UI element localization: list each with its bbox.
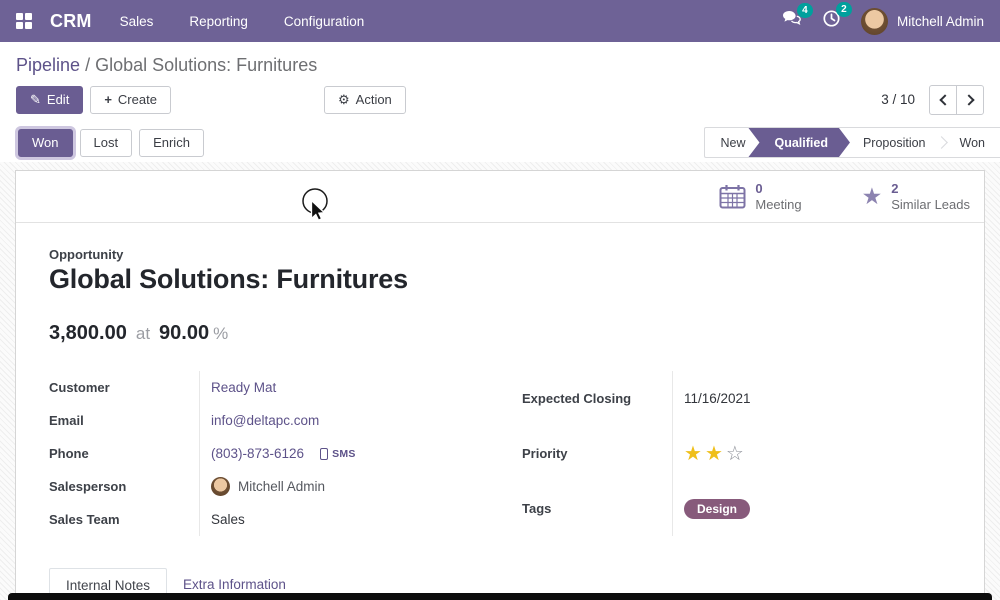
at-label: at: [136, 324, 150, 344]
stage-breadcrumb: New Qualified Proposition Won: [704, 127, 1000, 158]
star-empty-icon[interactable]: ☆: [726, 444, 744, 464]
similar-leads-label: Similar Leads: [891, 197, 970, 213]
menu-reporting[interactable]: Reporting: [189, 14, 248, 29]
star-filled-icon[interactable]: ★: [705, 444, 723, 464]
expected-revenue: 3,800.00 at 90.00 %: [49, 322, 951, 345]
email-label: Email: [49, 404, 200, 437]
expected-closing-label: Expected Closing: [522, 371, 673, 426]
enrich-button[interactable]: Enrich: [139, 129, 204, 157]
navbar-right: 4 2 Mitchell Admin: [781, 8, 984, 35]
meeting-count: 0: [755, 181, 801, 197]
window-bottom-edge: [8, 593, 992, 600]
similar-leads-stat-button[interactable]: ★ 2 Similar Leads: [862, 181, 970, 212]
priority-stars: ★ ★ ☆: [684, 444, 744, 464]
activities-button[interactable]: 2: [822, 9, 841, 33]
breadcrumb: Pipeline / Global Solutions: Furnitures: [0, 42, 1000, 76]
app-name[interactable]: CRM: [50, 11, 92, 32]
menu-sales[interactable]: Sales: [120, 14, 154, 29]
gear-icon: ⚙: [338, 92, 350, 108]
stat-button-bar: 0 Meeting ★ 2 Similar Leads: [16, 171, 984, 223]
mark-lost-button[interactable]: Lost: [80, 129, 133, 157]
mark-won-button[interactable]: Won: [18, 129, 73, 157]
field-group-left: Customer Ready Mat Email info@deltapc.co…: [49, 371, 478, 536]
tags-label: Tags: [522, 481, 673, 536]
action-menu-button[interactable]: ⚙ Action: [324, 86, 406, 114]
record-sheet: 0 Meeting ★ 2 Similar Leads Opportunity …: [15, 170, 985, 600]
priority-label: Priority: [522, 426, 673, 481]
mobile-phone-icon: [320, 448, 328, 460]
pager-next-button[interactable]: [956, 85, 984, 115]
edit-button[interactable]: ✎ Edit: [16, 86, 83, 114]
sales-team-label: Sales Team: [49, 503, 200, 536]
field-groups: Customer Ready Mat Email info@deltapc.co…: [49, 371, 951, 536]
pager-previous-button[interactable]: [929, 85, 957, 115]
chevron-left-icon: [939, 94, 950, 105]
salesperson-label: Salesperson: [49, 470, 200, 503]
menu-configuration[interactable]: Configuration: [284, 14, 364, 29]
meeting-label: Meeting: [755, 197, 801, 213]
customer-label: Customer: [49, 371, 200, 404]
control-panel-buttons: ✎ Edit + Create ⚙ Action 3 / 10: [0, 85, 1000, 114]
similar-leads-count: 2: [891, 181, 970, 197]
opportunity-title: Global Solutions: Furnitures: [49, 264, 951, 295]
stage-qualified-active[interactable]: Qualified: [748, 128, 849, 157]
main-menu: Sales Reporting Configuration: [120, 14, 365, 29]
breadcrumb-separator: /: [85, 55, 90, 75]
revenue-amount: 3,800.00: [49, 322, 127, 345]
customer-value-link[interactable]: Ready Mat: [211, 380, 276, 395]
meeting-stat-button[interactable]: 0 Meeting: [719, 181, 801, 212]
percent-sign: %: [213, 324, 228, 344]
probability-value: 90.00: [159, 322, 209, 345]
phone-value-link[interactable]: (803)-873-6126: [211, 446, 304, 461]
sms-label: SMS: [332, 448, 356, 460]
create-button[interactable]: + Create: [90, 86, 171, 114]
salesperson-avatar: [211, 477, 230, 496]
messages-button[interactable]: 4: [781, 10, 802, 32]
activities-count-badge: 2: [836, 2, 852, 17]
salesperson-value[interactable]: Mitchell Admin: [238, 479, 325, 494]
user-menu[interactable]: Mitchell Admin: [861, 8, 984, 35]
user-name: Mitchell Admin: [897, 14, 984, 29]
stage-proposition[interactable]: Proposition: [848, 128, 941, 157]
record-type-label: Opportunity: [49, 247, 951, 262]
user-avatar: [861, 8, 888, 35]
plus-icon: +: [104, 92, 112, 107]
expected-closing-value[interactable]: 11/16/2021: [684, 391, 751, 406]
status-row: Won Lost Enrich New Qualified Propositio…: [0, 127, 1000, 158]
tag-design[interactable]: Design: [684, 499, 750, 519]
top-navbar: CRM Sales Reporting Configuration 4 2 Mi…: [0, 0, 1000, 42]
stage-won[interactable]: Won: [945, 128, 1000, 157]
star-icon: ★: [862, 185, 883, 208]
breadcrumb-current: Global Solutions: Furnitures: [95, 55, 317, 75]
calendar-icon: [719, 184, 746, 209]
pencil-icon: ✎: [30, 92, 41, 108]
sales-team-value[interactable]: Sales: [211, 512, 245, 527]
chevron-right-icon: [963, 94, 974, 105]
messages-count-badge: 4: [797, 3, 813, 18]
breadcrumb-parent-link[interactable]: Pipeline: [16, 55, 80, 75]
send-sms-button[interactable]: SMS: [320, 448, 356, 460]
pager-counter: 3 / 10: [881, 92, 915, 107]
phone-label: Phone: [49, 437, 200, 470]
email-value-link[interactable]: info@deltapc.com: [211, 413, 319, 428]
star-filled-icon[interactable]: ★: [684, 444, 702, 464]
form-background: 0 Meeting ★ 2 Similar Leads Opportunity …: [0, 162, 1000, 600]
apps-grid-icon[interactable]: [16, 13, 32, 29]
record-pager: 3 / 10: [881, 85, 984, 115]
field-group-right: Expected Closing 11/16/2021 Priority ★ ★…: [522, 371, 951, 536]
